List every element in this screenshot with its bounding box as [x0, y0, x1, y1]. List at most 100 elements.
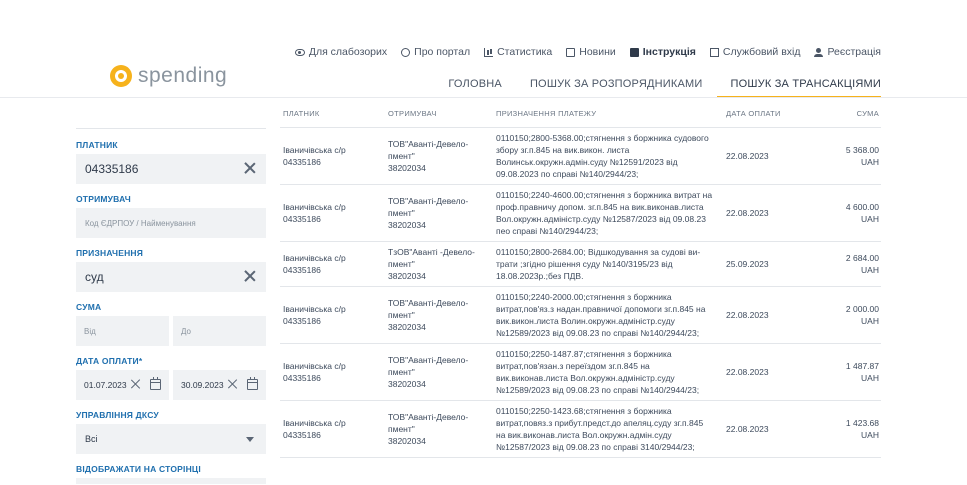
filters-divider [76, 128, 266, 129]
table-row[interactable]: Іваничівська с/р 04335186 ТОВ"Аванті-Девел… [280, 401, 881, 458]
date-cell: 22.08.2023 [726, 310, 769, 320]
payer-label: ПЛАТНИК [76, 140, 118, 150]
calendar-icon[interactable] [150, 377, 161, 390]
date-cell: 22.08.2023 [726, 208, 769, 218]
amount-cell: 4 600.00 UAH [845, 202, 879, 224]
column-purpose[interactable]: ПРИЗНАЧЕННЯ ПЛАТЕЖУ [496, 109, 726, 118]
clear-payer-icon[interactable] [244, 162, 256, 174]
amount-label: СУМА [76, 302, 102, 312]
payer-cell: Іваничівська с/р 04335186 [283, 145, 346, 167]
top-nav-about[interactable]: Про портал [401, 46, 470, 58]
transactions-table: ПЛАТНИК ОТРИМУВАЧ ПРИЗНАЧЕННЯ ПЛАТЕЖУ ДА… [280, 100, 881, 458]
amount-cell: 2 000.00 UAH [845, 304, 879, 326]
payer-cell: Іваничівська с/р 04335186 [283, 418, 346, 440]
dksu-select[interactable]: Всі [76, 424, 266, 454]
top-nav-service-login[interactable]: Службовий вхід [709, 46, 800, 58]
purpose-cell: 0110150;2240-4600.00;стягнення з боржник… [496, 190, 713, 236]
brand-logo[interactable]: spending [110, 64, 227, 88]
column-date[interactable]: ДАТА ОПЛАТИ [726, 109, 806, 118]
payer-input[interactable]: 04335186 [76, 154, 266, 184]
purpose-cell: 0110150;2800-5368.00;стягнення з боржник… [496, 133, 709, 179]
column-payer[interactable]: ПЛАТНИК [280, 109, 388, 118]
calendar-icon[interactable] [247, 377, 258, 390]
payer-cell: Іваничівська с/р 04335186 [283, 202, 346, 224]
purpose-value: суд [85, 270, 104, 284]
date-to-input[interactable]: 30.09.2023 [173, 370, 266, 400]
recipient-cell: ТОВ"Аванті-Девело-пмент" 38202034 [388, 196, 469, 230]
amount-to-placeholder: До [181, 326, 191, 336]
amount-cell: 1 423.68 UAH [845, 418, 879, 440]
top-nav-accessibility[interactable]: Для слабозорих [294, 46, 387, 58]
recipient-cell: ТОВ"Аванті-Девело-пмент" 38202034 [388, 412, 469, 446]
amount-from-input[interactable]: Від [76, 316, 169, 346]
top-nav-statistics[interactable]: Статистика [484, 46, 552, 58]
top-nav-instructions[interactable]: Інструкція [629, 46, 696, 58]
top-nav-register[interactable]: Реєстрація [814, 46, 881, 58]
payment-date-range: 01.07.2023 30.09.2023 [76, 370, 266, 400]
recipient-placeholder: Код ЄДРПОУ / Найменування [85, 218, 196, 228]
news-icon [566, 47, 576, 57]
date-to-value: 30.09.2023 [181, 380, 224, 390]
date-cell: 22.08.2023 [726, 151, 769, 161]
date-from-input[interactable]: 01.07.2023 [76, 370, 169, 400]
table-row[interactable]: Іваничівська с/р 04335186 ТОВ"Аванті-Девел… [280, 128, 881, 185]
table-row[interactable]: Іваничівська с/р 04335186 ТзОВ"Аванті -Дев… [280, 242, 881, 287]
tab-search-by-managers[interactable]: ПОШУК ЗА РОЗПОРЯДНИКАМИ [516, 78, 717, 98]
purpose-label: ПРИЗНАЧЕННЯ [76, 248, 144, 258]
filters-panel: ПЛАТНИК 04335186 ОТРИМУВАЧ Код ЄДРПОУ / … [76, 128, 266, 485]
chart-icon [484, 47, 494, 57]
clear-date-from-icon[interactable] [131, 379, 141, 389]
purpose-cell: 0110150;2240-2000.00;стягнення з боржник… [496, 292, 706, 338]
chevron-down-icon [246, 437, 254, 442]
top-nav-news[interactable]: Новини [566, 46, 616, 58]
column-recipient[interactable]: ОТРИМУВАЧ [388, 109, 496, 118]
payer-cell: Іваничівська с/р 04335186 [283, 253, 346, 275]
info-icon [401, 47, 411, 57]
login-icon [709, 47, 719, 57]
book-icon [629, 47, 639, 57]
purpose-cell: 0110150;2800-2684.00; Відшкодування за с… [496, 247, 701, 281]
date-from-value: 01.07.2023 [84, 380, 127, 390]
dksu-value: Всі [85, 434, 98, 444]
purpose-input[interactable]: суд [76, 262, 266, 292]
amount-cell: 2 684.00 UAH [845, 253, 879, 275]
purpose-cell: 0110150;2250-1487.87;стягнення з боржник… [496, 349, 700, 395]
tab-search-by-transactions[interactable]: ПОШУК ЗА ТРАНСАКЦІЯМИ [716, 78, 881, 98]
column-amount[interactable]: СУМА [806, 109, 881, 118]
dksu-label: УПРАВЛІННЯ ДКСУ [76, 410, 159, 420]
purpose-cell: 0110150;2250-1423.68;стягнення з боржник… [496, 406, 704, 452]
amount-to-input[interactable]: До [173, 316, 266, 346]
date-cell: 25.09.2023 [726, 259, 769, 269]
payer-value: 04335186 [85, 162, 139, 176]
amount-from-placeholder: Від [84, 326, 96, 336]
recipient-cell: ТзОВ"Аванті -Девело-пмент" 38202034 [388, 247, 475, 281]
user-icon [814, 47, 824, 57]
amount-range: Від До [76, 316, 266, 346]
payment-date-label: ДАТА ОПЛАТИ* [76, 356, 143, 366]
amount-cell: 1 487.87 UAH [845, 361, 879, 383]
header-divider [0, 97, 967, 98]
table-row[interactable]: Іваничівська с/р 04335186 ТОВ"Аванті-Девел… [280, 185, 881, 242]
table-body: Іваничівська с/р 04335186 ТОВ"Аванті-Девел… [280, 128, 881, 458]
table-row[interactable]: Іваничівська с/р 04335186 ТОВ"Аванті-Девел… [280, 287, 881, 344]
recipient-input[interactable]: Код ЄДРПОУ / Найменування [76, 208, 266, 238]
recipient-label: ОТРИМУВАЧ [76, 194, 131, 204]
recipient-cell: ТОВ"Аванті-Девело-пмент" 38202034 [388, 355, 469, 389]
table-row[interactable]: Іваничівська с/р 04335186 ТОВ"Аванті-Девел… [280, 344, 881, 401]
main-nav: ГОЛОВНА ПОШУК ЗА РОЗПОРЯДНИКАМИ ПОШУК ЗА… [434, 78, 881, 98]
top-nav: Для слабозорих Про портал Статистика Нов… [294, 46, 881, 58]
date-cell: 22.08.2023 [726, 367, 769, 377]
clear-date-to-icon[interactable] [228, 379, 238, 389]
clear-purpose-icon[interactable] [244, 270, 256, 282]
per-page-select[interactable] [76, 478, 266, 484]
amount-cell: 5 368.00 UAH [845, 145, 879, 167]
eye-icon [294, 48, 305, 56]
brand-name: spending [138, 64, 228, 87]
payer-cell: Іваничівська с/р 04335186 [283, 304, 346, 326]
logo-icon [110, 65, 132, 87]
recipient-cell: ТОВ"Аванті-Девело-пмент" 38202034 [388, 139, 469, 173]
tab-home[interactable]: ГОЛОВНА [434, 78, 516, 98]
date-cell: 22.08.2023 [726, 424, 769, 434]
per-page-label: ВІДОБРАЖАТИ НА СТОРІНЦІ [76, 464, 201, 474]
payer-cell: Іваничівська с/р 04335186 [283, 361, 346, 383]
